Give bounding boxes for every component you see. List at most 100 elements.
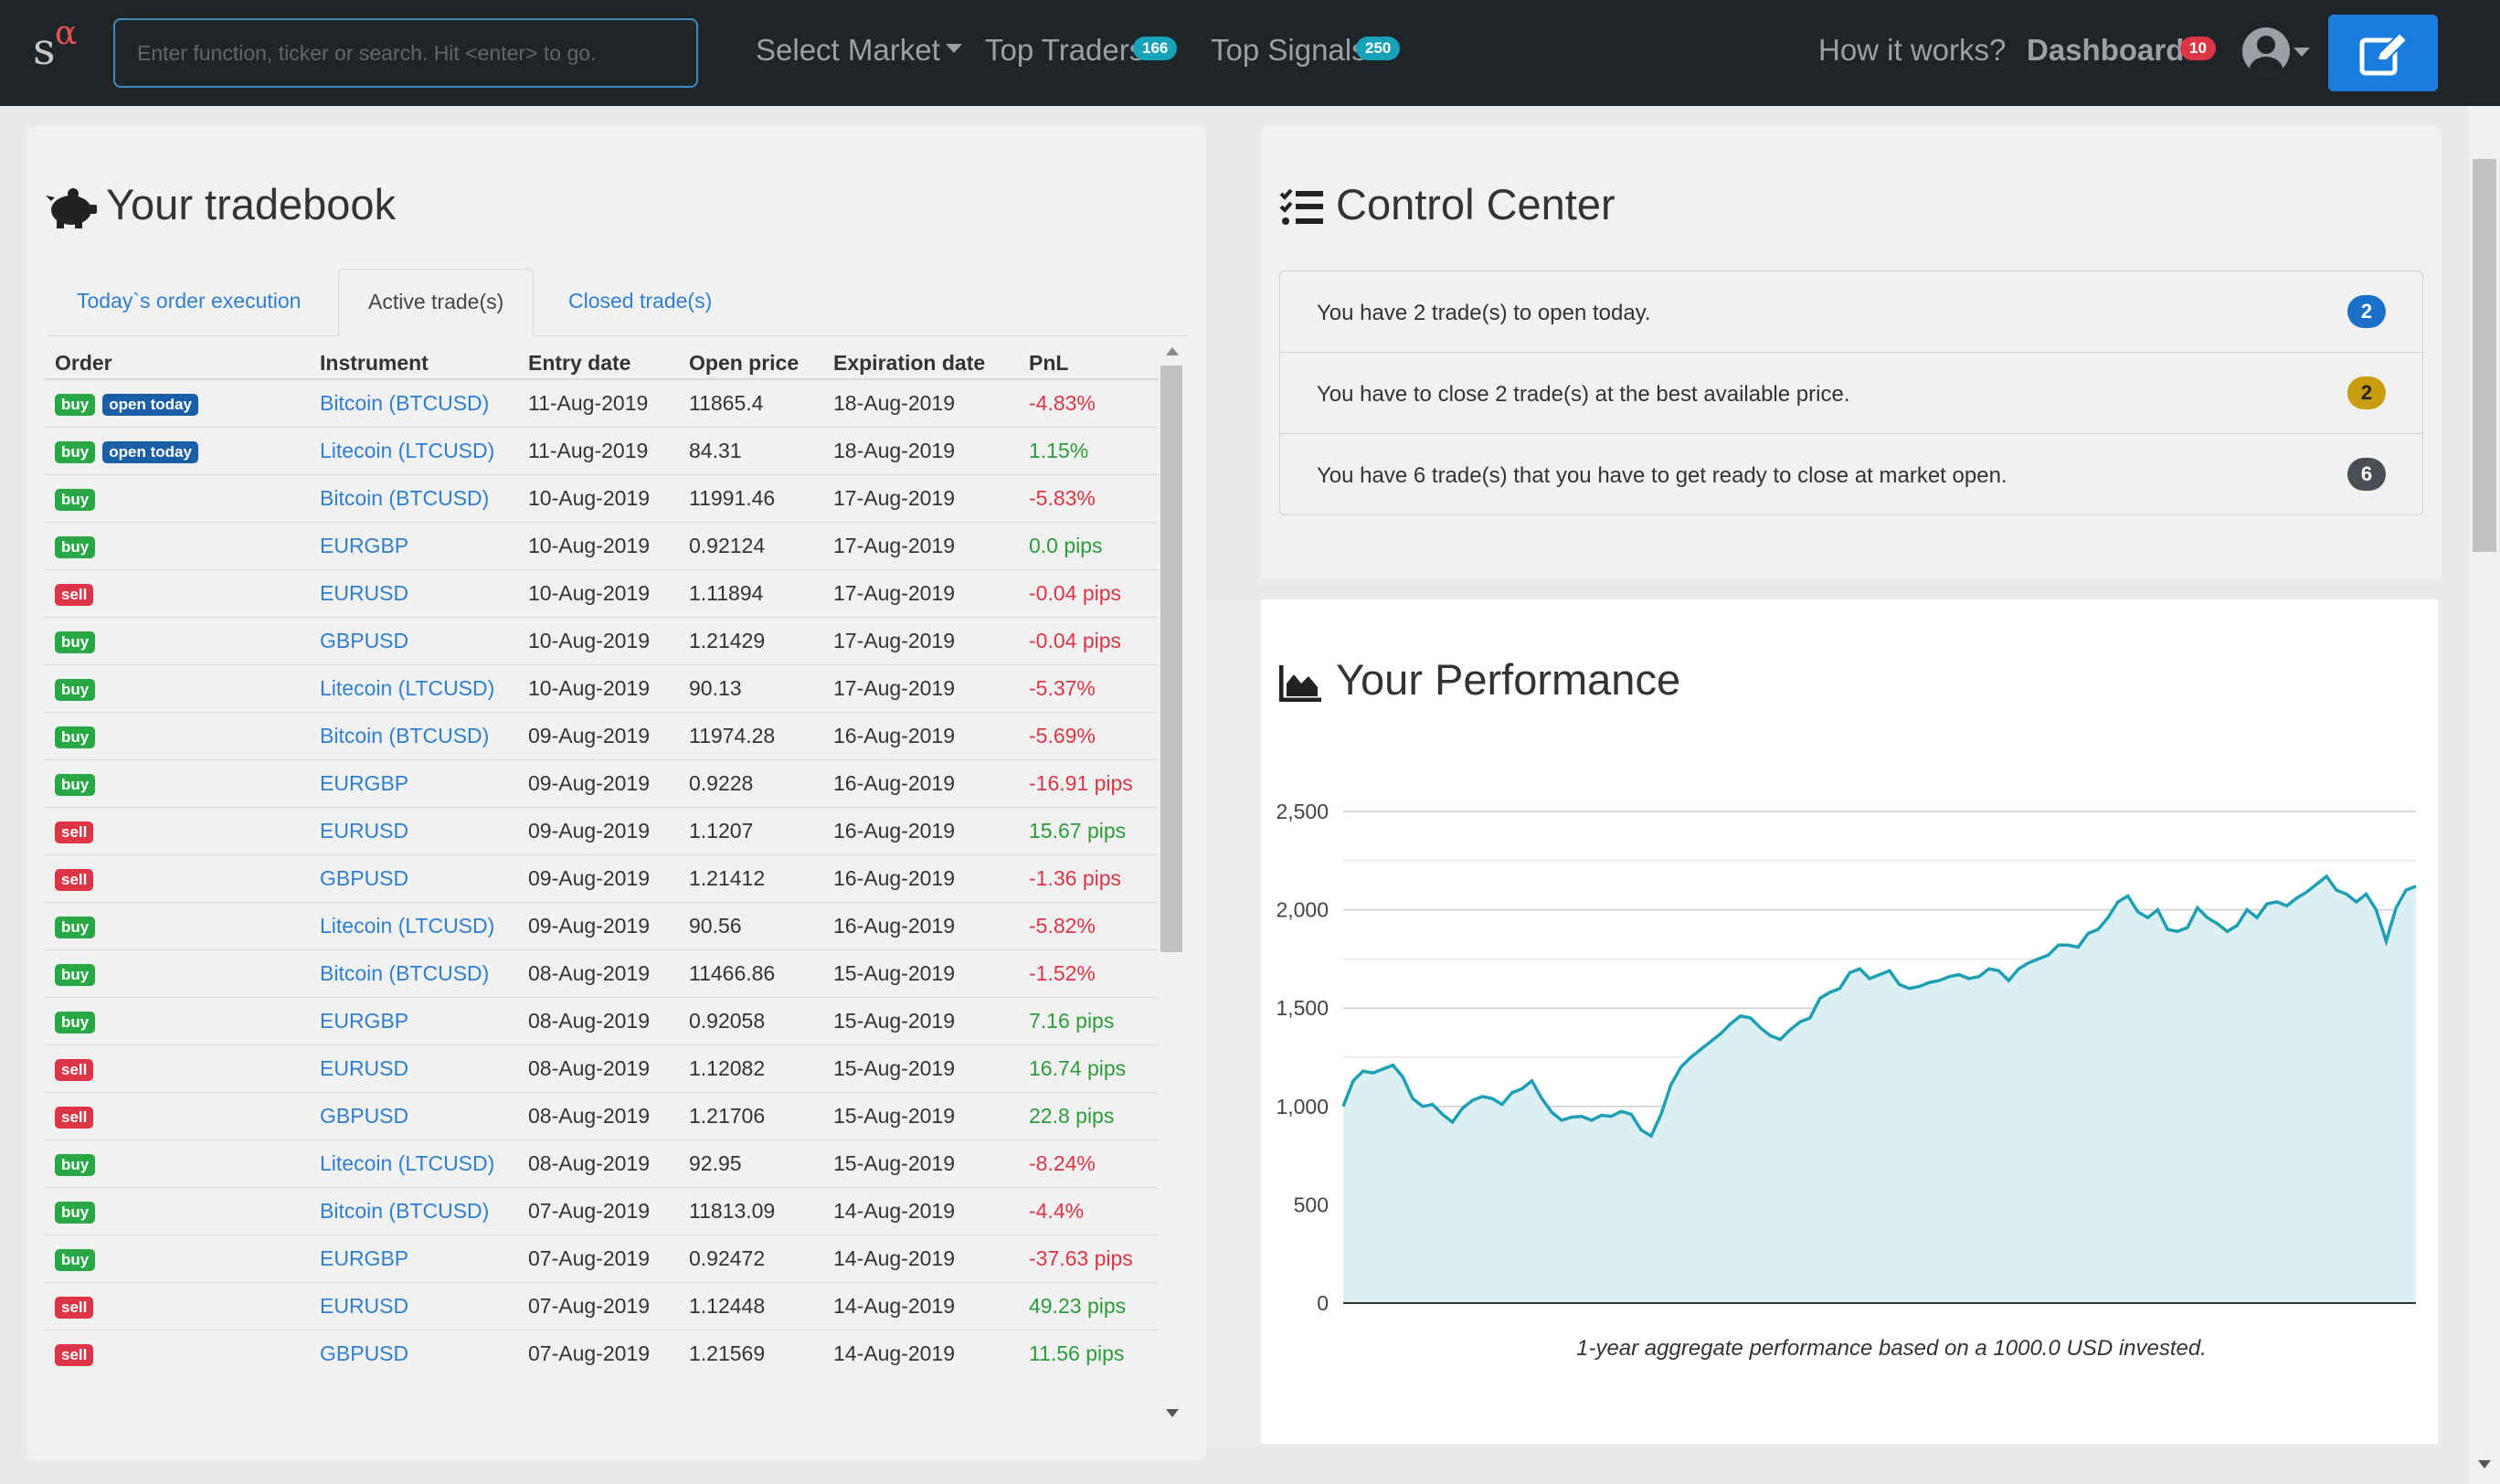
tab-active-trades[interactable]: Active trade(s) xyxy=(338,269,535,337)
table-row[interactable]: buy Litecoin (LTCUSD) 10-Aug-2019 90.13 17-A… xyxy=(44,663,1159,712)
top-signals-link[interactable]: Top Signals xyxy=(1211,33,1367,68)
performance-title: Your Performance xyxy=(1336,655,1681,704)
instrument-link[interactable]: Litecoin (LTCUSD) xyxy=(309,426,517,474)
instrument-link[interactable]: EURGBP xyxy=(309,1234,517,1282)
table-row[interactable]: buy open today Bitcoin (BTCUSD) 11-Aug-2019… xyxy=(44,378,1159,427)
list-item-trades-to-open[interactable]: You have 2 trade(s) to open today. 2 xyxy=(1280,271,2422,353)
expiration-date-cell: 15-Aug-2019 xyxy=(822,996,1018,1044)
instrument-link[interactable]: GBPUSD xyxy=(309,1329,517,1377)
order-cell: sell xyxy=(44,1091,309,1140)
expiration-date-cell: 15-Aug-2019 xyxy=(822,1139,1018,1187)
table-row[interactable]: buy open today Litecoin (LTCUSD) 11-Aug-201… xyxy=(44,426,1159,474)
performance-area-fill xyxy=(1343,876,2416,1303)
count-badge: 6 xyxy=(2347,458,2386,491)
y-tick-label: 1,500 xyxy=(1276,996,1329,1020)
column-header-expiration-date: Expiration date xyxy=(822,336,1018,380)
table-row[interactable]: buy Bitcoin (BTCUSD) 07-Aug-2019 11813.09 14… xyxy=(44,1186,1159,1235)
table-row[interactable]: buy Bitcoin (BTCUSD) 08-Aug-2019 11466.86 15… xyxy=(44,949,1159,997)
entry-date-cell: 10-Aug-2019 xyxy=(517,568,678,617)
order-cell: buy xyxy=(44,1139,309,1187)
instrument-link[interactable]: EURUSD xyxy=(309,1281,517,1330)
instrument-link[interactable]: GBPUSD xyxy=(309,616,517,664)
instrument-link[interactable]: Litecoin (LTCUSD) xyxy=(309,901,517,949)
table-row[interactable]: sell GBPUSD 09-Aug-2019 1.21412 16-Aug-2019-… xyxy=(44,853,1159,902)
tradebook-title: Your tradebook xyxy=(106,180,397,228)
top-navbar: sα Select Market Top Traders 166 Top Sig… xyxy=(0,0,2500,106)
instrument-link[interactable]: GBPUSD xyxy=(309,1091,517,1140)
pnl-cell: -1.36 pips xyxy=(1018,853,1159,902)
tab-todays-order-execution[interactable]: Today`s order execution xyxy=(48,269,330,336)
dashboard-link[interactable]: Dashboard xyxy=(2027,33,2184,68)
order-cell: buy xyxy=(44,758,309,807)
table-row[interactable]: sell GBPUSD 07-Aug-2019 1.21569 14-Aug-2019 1… xyxy=(44,1329,1159,1377)
table-row[interactable]: sell GBPUSD 08-Aug-2019 1.21706 15-Aug-2019 2… xyxy=(44,1091,1159,1140)
table-row[interactable]: buy EURGBP 08-Aug-2019 0.92058 15-Aug-2019 7.… xyxy=(44,996,1159,1044)
instrument-link[interactable]: EURUSD xyxy=(309,806,517,854)
instrument-link[interactable]: Bitcoin (BTCUSD) xyxy=(309,473,517,522)
table-row[interactable]: buy EURGBP 09-Aug-2019 0.9228 16-Aug-2019 -16… xyxy=(44,758,1159,807)
table-row[interactable]: buy EURGBP 07-Aug-2019 0.92472 14-Aug-2019 -3… xyxy=(44,1234,1159,1282)
chevron-down-icon xyxy=(945,44,962,54)
pnl-cell: -16.91 pips xyxy=(1018,758,1159,807)
table-row[interactable]: buy Bitcoin (BTCUSD) 10-Aug-2019 11991.46 17… xyxy=(44,473,1159,522)
table-row[interactable]: sell EURUSD 09-Aug-2019 1.1207 16-Aug-2019 15… xyxy=(44,806,1159,854)
instrument-link[interactable]: EURGBP xyxy=(309,521,517,569)
logo-alpha: α xyxy=(55,15,78,52)
list-item-trades-to-close[interactable]: You have to close 2 trade(s) at the best… xyxy=(1280,353,2422,434)
order-cell: buy xyxy=(44,616,309,664)
sell-badge: sell xyxy=(55,822,94,843)
open-today-badge: open today xyxy=(102,394,198,417)
edit-button[interactable] xyxy=(2328,15,2438,91)
order-cell: buy xyxy=(44,711,309,759)
table-scrollbar-thumb[interactable] xyxy=(1160,366,1182,952)
table-row[interactable]: buy GBPUSD 10-Aug-2019 1.21429 17-Aug-2019 -0… xyxy=(44,616,1159,664)
pnl-cell: 7.16 pips xyxy=(1018,996,1159,1044)
scroll-up-arrow-icon[interactable] xyxy=(1166,347,1179,355)
app-logo[interactable]: sα xyxy=(33,15,97,79)
top-traders-link[interactable]: Top Traders xyxy=(985,33,1144,68)
entry-date-cell: 09-Aug-2019 xyxy=(517,711,678,759)
page-scroll-down-icon[interactable] xyxy=(2478,1460,2491,1468)
table-row[interactable]: buy Bitcoin (BTCUSD) 09-Aug-2019 11974.28 16… xyxy=(44,711,1159,759)
instrument-link[interactable]: GBPUSD xyxy=(309,853,517,902)
how-it-works-link[interactable]: How it works? xyxy=(1818,33,2006,68)
instrument-link[interactable]: Bitcoin (BTCUSD) xyxy=(309,1186,517,1235)
instrument-link[interactable]: EURGBP xyxy=(309,996,517,1044)
instrument-link[interactable]: EURUSD xyxy=(309,568,517,617)
tradebook-tabs: Today`s order execution Active trade(s) … xyxy=(48,269,1188,337)
page-scrollbar-thumb[interactable] xyxy=(2473,159,2496,552)
piggy-bank-icon xyxy=(46,188,97,228)
order-cell: buy xyxy=(44,996,309,1044)
table-row[interactable]: buy EURGBP 10-Aug-2019 0.92124 17-Aug-2019 0.… xyxy=(44,521,1159,569)
instrument-link[interactable]: Bitcoin (BTCUSD) xyxy=(309,949,517,997)
table-row[interactable]: buy Litecoin (LTCUSD) 08-Aug-2019 92.95 15-A… xyxy=(44,1139,1159,1187)
table-row[interactable]: sell EURUSD 07-Aug-2019 1.12448 14-Aug-2019 4… xyxy=(44,1281,1159,1330)
buy-badge: buy xyxy=(55,441,96,463)
column-header-entry-date: Entry date xyxy=(517,336,678,380)
table-row[interactable]: buy Litecoin (LTCUSD) 09-Aug-2019 90.56 16-A… xyxy=(44,901,1159,949)
expiration-date-cell: 14-Aug-2019 xyxy=(822,1281,1018,1330)
column-header-pnl: PnL xyxy=(1018,336,1159,380)
expiration-date-cell: 16-Aug-2019 xyxy=(822,806,1018,854)
open-price-cell: 11466.86 xyxy=(678,949,822,997)
tab-closed-trades[interactable]: Closed trade(s) xyxy=(539,269,741,336)
search-input[interactable] xyxy=(113,18,698,88)
user-avatar-icon[interactable] xyxy=(2242,27,2290,75)
instrument-link[interactable]: EURUSD xyxy=(309,1044,517,1092)
list-item-trades-ready-to-close[interactable]: You have 6 trade(s) that you have to get… xyxy=(1280,434,2422,515)
scroll-down-arrow-icon[interactable] xyxy=(1166,1409,1179,1417)
user-menu-chevron-icon[interactable] xyxy=(2293,48,2310,57)
instrument-link[interactable]: Litecoin (LTCUSD) xyxy=(309,663,517,712)
select-market-dropdown[interactable]: Select Market xyxy=(756,33,962,68)
open-price-cell: 11813.09 xyxy=(678,1186,822,1235)
instrument-link[interactable]: Bitcoin (BTCUSD) xyxy=(309,378,517,427)
table-row[interactable]: sell EURUSD 10-Aug-2019 1.11894 17-Aug-2019-… xyxy=(44,568,1159,617)
open-price-cell: 1.11894 xyxy=(678,568,822,617)
pnl-cell: -0.04 pips xyxy=(1018,568,1159,617)
logo-s: s xyxy=(33,24,56,75)
instrument-link[interactable]: Bitcoin (BTCUSD) xyxy=(309,711,517,759)
table-row[interactable]: sell EURUSD 08-Aug-2019 1.12082 15-Aug-2019 1… xyxy=(44,1044,1159,1092)
instrument-link[interactable]: EURGBP xyxy=(309,758,517,807)
instrument-link[interactable]: Litecoin (LTCUSD) xyxy=(309,1139,517,1187)
control-center-list: You have 2 trade(s) to open today. 2 You… xyxy=(1279,270,2423,515)
